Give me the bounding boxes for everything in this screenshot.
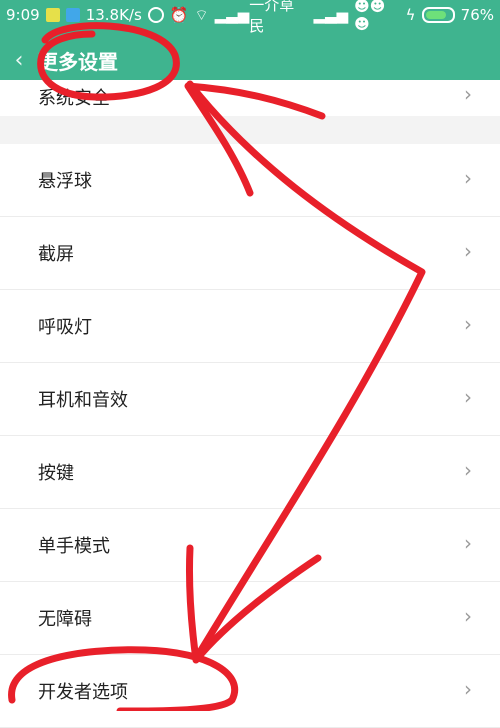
battery-icon xyxy=(421,7,455,23)
chevron-right-icon: › xyxy=(464,312,472,336)
chevron-right-icon: › xyxy=(464,82,472,106)
notification-icons: ☻☻☻ xyxy=(354,0,386,33)
page-title: 更多设置 xyxy=(38,49,118,74)
charging-icon: ϟ xyxy=(405,6,416,24)
title-row: ‹ 更多设置 xyxy=(0,40,500,80)
settings-item-one-hand-mode[interactable]: 单手模式 › xyxy=(0,509,500,582)
status-bar: 9:09 13.8K/s ⏰ ⌔ ▂▃▅ 一介草民 ▂▃▅ ☻☻☻ ϟ 76% xyxy=(0,0,500,35)
settings-item-developer-options[interactable]: 开发者选项 › xyxy=(0,655,500,728)
settings-item-label: 耳机和音效 xyxy=(38,390,128,411)
settings-item-headphones-audio[interactable]: 耳机和音效 › xyxy=(0,363,500,436)
chevron-right-icon: › xyxy=(464,677,472,701)
settings-item-screenshot[interactable]: 截屏 › xyxy=(0,217,500,290)
settings-item-breathing-light[interactable]: 呼吸灯 › xyxy=(0,290,500,363)
settings-item-floating-ball[interactable]: 悬浮球 › xyxy=(0,144,500,217)
settings-item-label: 系统安全 xyxy=(38,88,110,109)
cloud-icon xyxy=(65,8,80,22)
sync-icon xyxy=(147,7,164,23)
chevron-right-icon: › xyxy=(464,458,472,482)
clock: 9:09 xyxy=(6,6,40,24)
battery-percent: 76% xyxy=(460,6,494,24)
wifi-icon: ⌔ xyxy=(194,5,209,24)
chevron-right-icon: › xyxy=(464,239,472,263)
section-gap xyxy=(0,116,500,144)
settings-item-label: 按键 xyxy=(38,463,74,484)
alarm-icon: ⏰ xyxy=(169,6,189,24)
settings-item-label: 悬浮球 xyxy=(38,171,92,192)
chevron-right-icon: › xyxy=(464,531,472,555)
settings-item-accessibility[interactable]: 无障碍 › xyxy=(0,582,500,655)
signal-icon-2: ▂▃▅ xyxy=(313,6,349,24)
settings-item-label: 单手模式 xyxy=(38,536,110,557)
chevron-right-icon: › xyxy=(464,385,472,409)
settings-item-buttons[interactable]: 按键 › xyxy=(0,436,500,509)
carrier-name: 一介草民 xyxy=(249,0,295,35)
battery-saver-icon xyxy=(45,8,60,22)
settings-item-label: 截屏 xyxy=(38,244,74,265)
chevron-right-icon: › xyxy=(464,604,472,628)
signal-icon: ▂▃▅ xyxy=(214,6,250,24)
settings-item-label: 开发者选项 xyxy=(38,682,128,703)
settings-item-label: 无障碍 xyxy=(38,609,92,630)
chevron-left-icon[interactable]: ‹ xyxy=(0,48,38,73)
settings-item-system-security[interactable]: 系统安全 › xyxy=(0,80,500,117)
network-speed: 13.8K/s xyxy=(85,6,142,24)
settings-item-label: 呼吸灯 xyxy=(38,317,92,338)
settings-list: 悬浮球 › 截屏 › 呼吸灯 › 耳机和音效 › 按键 › 单手模式 › 无障碍… xyxy=(0,144,500,728)
chevron-right-icon: › xyxy=(464,166,472,190)
